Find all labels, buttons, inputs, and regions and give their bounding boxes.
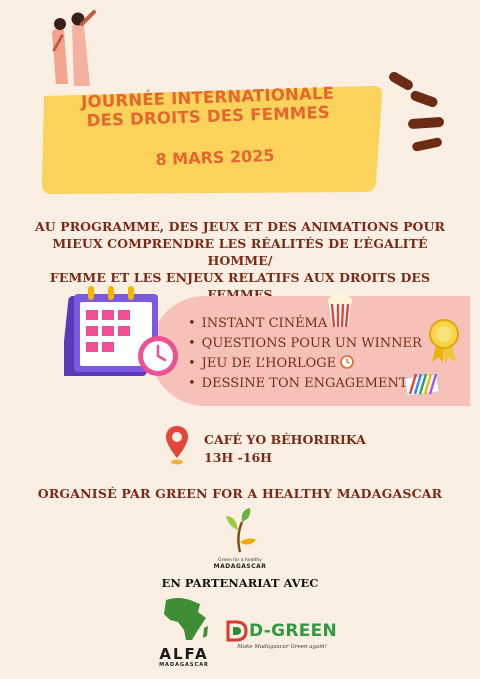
activity-clock-game-label: JEU DE L’HORLOGE — [201, 356, 337, 371]
pencils-icon — [404, 373, 440, 397]
activity-drawing: DESSINE TON ENGAGEMENT — [188, 374, 422, 394]
program-line1: AU PROGRAMME, DES JEUX ET DES ANIMATIONS… — [34, 219, 446, 234]
organizer-text: ORGANISÉ PAR GREEN FOR A HEALTHY MADAGAS… — [37, 486, 443, 501]
leaf-logo-icon — [226, 508, 256, 553]
event-location: CAFÉ YO BÉHORIRIKA 13H -16H — [204, 431, 366, 467]
d-letter-icon — [226, 620, 248, 642]
calendar-icon — [64, 286, 178, 376]
location-pin-icon — [166, 426, 188, 465]
activities-list: INSTANT CINÉMA QUESTIONS POUR UN WINNER … — [188, 314, 422, 394]
logo-green-name: MADAGASCAR — [213, 563, 267, 570]
clock-icon — [340, 355, 354, 369]
activity-cinema: INSTANT CINÉMA — [188, 314, 422, 334]
event-hours: 13H -16H — [204, 450, 272, 465]
decorative-strokes — [389, 72, 444, 152]
partner-label: EN PARTENARIAT AVEC — [161, 576, 319, 590]
logo-dgreen-tagline: Make Madagascar Green again! — [237, 644, 327, 650]
activity-quiz: QUESTIONS POUR UN WINNER — [188, 334, 422, 354]
logo-alfa-madagascar: ALFA MADAGASCAR — [152, 596, 216, 668]
logo-dgreen-name: D-GREEN — [249, 621, 338, 641]
africa-map-icon — [164, 598, 208, 640]
popcorn-icon — [328, 292, 352, 328]
logo-dgreen: D-GREEN Make Madagascar Green again! — [226, 620, 338, 656]
logo-green-healthy-madagascar: Green for a healthy MADAGASCAR — [210, 506, 270, 572]
logo-alfa-sub: MADAGASCAR — [159, 662, 209, 668]
venue-name: CAFÉ YO BÉHORIRIKA — [204, 432, 366, 447]
program-line2: MIEUX COMPRENDRE LES RÉALITÉS DE L’ÉGALI… — [52, 236, 428, 268]
medal-icon — [429, 319, 459, 363]
logo-dgreen-wordmark: D-GREEN — [226, 620, 338, 642]
logo-alfa-name: ALFA — [159, 645, 209, 663]
activity-clock-game: JEU DE L’HORLOGE — [188, 354, 422, 374]
women-illustration — [52, 10, 96, 86]
